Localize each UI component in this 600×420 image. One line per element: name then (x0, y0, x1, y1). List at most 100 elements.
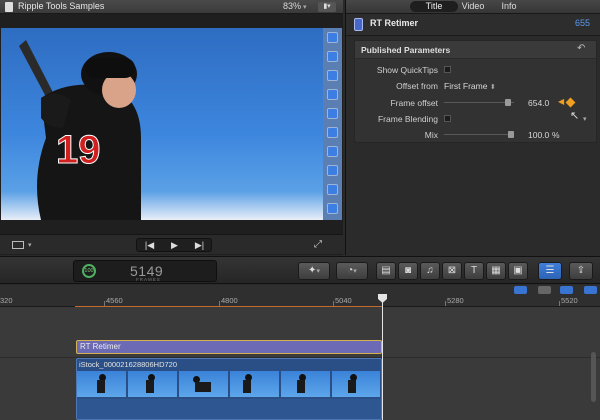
themes-icon: ▣ (513, 265, 523, 276)
frame-count: 655 (575, 18, 591, 28)
film-hole (327, 184, 338, 195)
share-button[interactable]: ⇪ (569, 262, 593, 280)
film-hole (327, 146, 338, 157)
film-hole (327, 127, 338, 138)
timeline-area[interactable]: RT Retimer iStock_000021628806HD720 (0, 307, 600, 420)
transitions-browser-button[interactable]: ⊠ (442, 262, 462, 280)
clip-thumbnail (281, 371, 331, 397)
titles-browser-button[interactable]: T (464, 262, 484, 280)
frame-blending-checkbox[interactable] (444, 115, 451, 122)
generators-browser-button[interactable]: ▦ (486, 262, 506, 280)
transport-controls: |◀ ▶ ▶| (136, 238, 212, 252)
audio-skimming-icon[interactable] (514, 286, 527, 294)
inspector-toggle-button[interactable]: ☰ (538, 262, 562, 280)
mix-slider[interactable] (444, 131, 514, 138)
progress-ring: 100 (82, 264, 96, 278)
clip-audio-area (77, 399, 381, 419)
clip-thumbnail (128, 371, 178, 397)
reset-icon[interactable]: ↶ (577, 43, 585, 54)
share-icon: ⇪ (576, 265, 586, 276)
ruler-label: 5280 (447, 296, 464, 305)
film-hole (327, 203, 338, 214)
sliders-icon: ☰ (545, 265, 555, 276)
next-frame-icon[interactable]: ▶| (187, 239, 212, 251)
film-hole (327, 51, 338, 62)
show-quicktips-checkbox[interactable] (444, 66, 451, 73)
clip-thumbnail (179, 371, 229, 397)
timeline-scrollbar[interactable] (591, 352, 596, 402)
retime-menu-button[interactable]: ◔▾ (336, 262, 368, 280)
published-parameters-group: Published Parameters ↶ Show QuickTips Of… (354, 40, 597, 143)
chevron-down-icon[interactable]: ▾ (583, 115, 587, 123)
snapping-icon[interactable] (560, 286, 573, 294)
filmstrip-icon: ▤ (381, 265, 391, 276)
play-icon[interactable]: ▶ (162, 239, 187, 251)
slider-knob[interactable] (504, 99, 511, 106)
themes-browser-button[interactable]: ▣ (508, 262, 528, 280)
video-clip-label: iStock_000021628806HD720 (79, 360, 177, 369)
title-t-icon: T (470, 265, 478, 276)
zoom-level[interactable]: 83% (283, 1, 301, 11)
previous-frame-icon[interactable]: |◀ (137, 239, 162, 251)
playhead-line[interactable] (382, 297, 383, 420)
ruler-tick (445, 301, 446, 306)
previous-keyframe-icon[interactable]: ◀ (558, 97, 564, 106)
show-quicktips-label: Show QuickTips (376, 65, 438, 75)
parameters-title: Published Parameters (361, 45, 451, 55)
frame-blending-label: Frame Blending (377, 114, 438, 124)
filmstrip-border (323, 28, 342, 220)
chevron-down-icon[interactable]: ▾ (28, 241, 32, 249)
solo-icon[interactable] (584, 286, 597, 294)
slider-knob[interactable] (508, 131, 514, 138)
ruler-tick (559, 301, 560, 306)
film-hole (327, 70, 338, 81)
offset-from-label: Offset from (396, 81, 438, 91)
ruler-label: 4560 (106, 296, 123, 305)
timecode-display[interactable]: 100 5149 FRAMES (73, 260, 217, 282)
fit-view-icon[interactable] (12, 241, 24, 249)
frame-offset-slider[interactable] (444, 99, 514, 106)
tools-menu-button[interactable]: ✦▾ (298, 262, 330, 280)
viewer-toolbar: ▾ |◀ ▶ ▶| ⤢ (0, 234, 343, 254)
clip-thumbnail (230, 371, 280, 397)
music-browser-button[interactable]: ♫ (420, 262, 440, 280)
parameters-header: Published Parameters ↶ (355, 41, 596, 59)
ruler-label: 320 (0, 296, 13, 305)
offset-from-value: First Frame (444, 81, 488, 91)
chevron-down-icon[interactable]: ▾ (303, 3, 307, 11)
video-clip[interactable]: iStock_000021628806HD720 (76, 358, 382, 420)
film-hole (327, 32, 338, 43)
frame-offset-value[interactable]: 654.0 (528, 98, 549, 108)
timeline-ruler[interactable]: 320 4560 4800 5040 5280 5520 (0, 285, 600, 307)
film-hole (327, 165, 338, 176)
film-hole (327, 108, 338, 119)
ruler-label: 4800 (221, 296, 238, 305)
clip-thumbnail (332, 371, 381, 397)
skimming-icon[interactable] (538, 286, 551, 294)
viewer-titlebar: Ripple Tools Samples 83% ▾ ▮▾ (0, 0, 343, 14)
mix-value[interactable]: 100.0 (528, 130, 549, 140)
view-options-button[interactable]: ▮▾ (318, 2, 336, 12)
effect-clip[interactable]: RT Retimer (76, 340, 382, 354)
offset-from-select[interactable]: First Frame ⬍ (444, 81, 496, 91)
tab-info[interactable]: Info (498, 1, 520, 11)
jersey-number: 19 (56, 128, 101, 172)
clip-thumbnail (77, 371, 127, 397)
keyframe-icon[interactable] (565, 97, 576, 108)
fullscreen-icon[interactable]: ⤢ (314, 240, 326, 250)
effect-clip-label: RT Retimer (80, 342, 121, 351)
inspector-tabs: Title Video Info (346, 0, 600, 14)
photo-browser-button[interactable]: ◙ (398, 262, 418, 280)
frame-offset-label: Frame offset (390, 98, 438, 108)
tab-title[interactable]: Title (410, 1, 458, 12)
event-browser-button[interactable]: ▤ (376, 262, 396, 280)
document-icon (5, 2, 13, 12)
tab-video[interactable]: Video (460, 1, 486, 11)
generator-icon: ▦ (491, 265, 501, 276)
music-note-icon: ♫ (426, 265, 434, 276)
baseball-player-image: 19 (19, 40, 141, 220)
timecode-unit: FRAMES (136, 277, 161, 282)
transitions-icon: ⊠ (447, 265, 457, 276)
viewer-title: Ripple Tools Samples (18, 1, 105, 11)
ruler-label: 5040 (335, 296, 352, 305)
